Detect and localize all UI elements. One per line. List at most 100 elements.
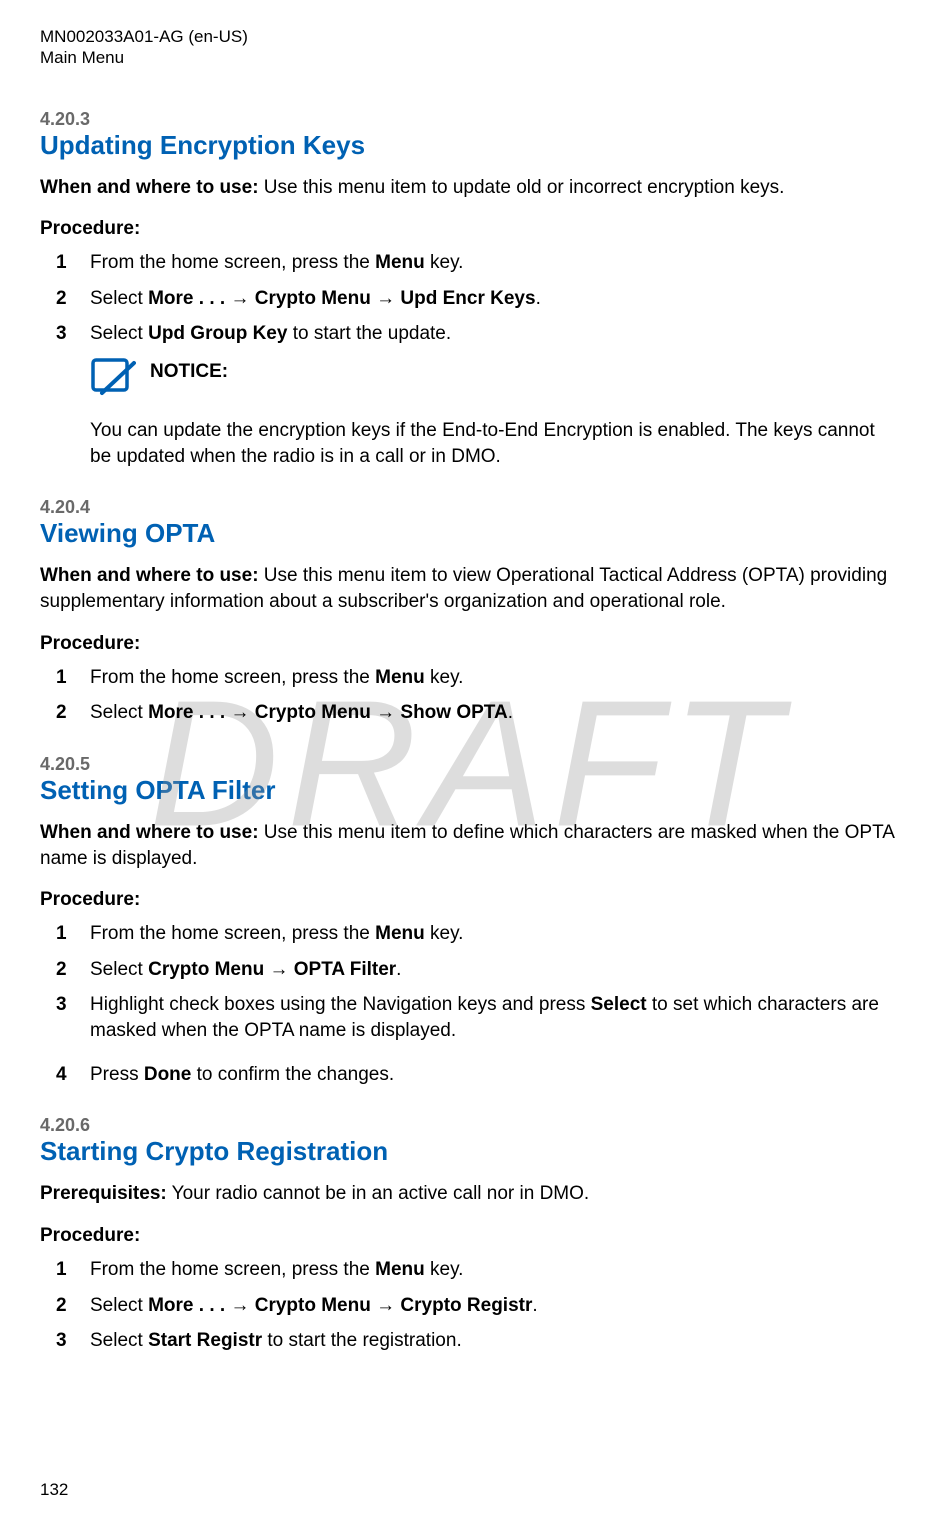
step-number: 3	[56, 992, 67, 1018]
step-bold: More . . .	[148, 288, 225, 309]
procedure-label: Procedure:	[40, 1225, 898, 1247]
when-label: When and where to use:	[40, 177, 259, 198]
notice-block: NOTICE: You can update the encryption ke…	[90, 357, 898, 469]
step-number: 3	[56, 1328, 67, 1354]
step-bold: Menu	[375, 252, 425, 273]
step-text: From the home screen, press the	[90, 923, 375, 944]
step-text: →	[371, 288, 401, 309]
step-text: .	[536, 288, 541, 309]
step-item: 3 Highlight check boxes using the Naviga…	[56, 992, 898, 1043]
when-text: Use this menu item to update old or inco…	[259, 177, 785, 198]
step-item: 2 Select More . . . → Crypto Menu → Cryp…	[56, 1293, 898, 1319]
step-bold: Menu	[375, 1259, 425, 1280]
when-label: When and where to use:	[40, 822, 259, 843]
step-item: 1 From the home screen, press the Menu k…	[56, 921, 898, 947]
step-number: 2	[56, 286, 67, 312]
step-text: .	[532, 1295, 537, 1316]
section-number: 4.20.5	[40, 754, 898, 775]
step-number: 3	[56, 321, 67, 347]
section-title: Setting OPTA Filter	[40, 775, 898, 806]
step-item: 1 From the home screen, press the Menu k…	[56, 250, 898, 276]
notice-header: NOTICE:	[90, 357, 898, 404]
step-bold: Crypto Menu	[255, 1295, 371, 1316]
step-number: 1	[56, 250, 67, 276]
step-item: 2 Select More . . . → Crypto Menu → Show…	[56, 700, 898, 726]
procedure-steps: 1 From the home screen, press the Menu k…	[56, 1257, 898, 1354]
step-text: Highlight check boxes using the Navigati…	[90, 994, 591, 1015]
header-section: Main Menu	[40, 47, 898, 68]
step-text: key.	[425, 252, 464, 273]
page-number: 132	[40, 1480, 68, 1500]
section-number: 4.20.6	[40, 1115, 898, 1136]
step-item: 1 From the home screen, press the Menu k…	[56, 665, 898, 691]
step-text: to start the registration.	[262, 1330, 462, 1351]
step-text: From the home screen, press the	[90, 252, 375, 273]
step-text: .	[396, 959, 401, 980]
step-item: 2 Select More . . . → Crypto Menu → Upd …	[56, 286, 898, 312]
step-bold: Start Registr	[148, 1330, 262, 1351]
step-bold: Upd Group Key	[148, 323, 287, 344]
procedure-label: Procedure:	[40, 218, 898, 240]
prereq-text: Your radio cannot be in an active call n…	[167, 1183, 589, 1204]
step-text: to start the update.	[287, 323, 451, 344]
section-title: Starting Crypto Registration	[40, 1136, 898, 1167]
step-text: key.	[425, 667, 464, 688]
step-bold: Done	[144, 1064, 192, 1085]
step-bold: Select	[591, 994, 647, 1015]
section-number: 4.20.4	[40, 497, 898, 518]
step-text: .	[508, 702, 513, 723]
step-bold: Crypto Registr	[400, 1295, 532, 1316]
prereq-label: Prerequisites:	[40, 1183, 167, 1204]
step-bold: More . . .	[148, 1295, 225, 1316]
prerequisites-paragraph: Prerequisites: Your radio cannot be in a…	[40, 1181, 898, 1207]
step-text: From the home screen, press the	[90, 1259, 375, 1280]
section-title: Updating Encryption Keys	[40, 130, 898, 161]
step-text: key.	[425, 1259, 464, 1280]
step-bold: Upd Encr Keys	[400, 288, 535, 309]
step-text: key.	[425, 923, 464, 944]
notice-icon	[90, 357, 136, 404]
step-text: to confirm the changes.	[191, 1064, 394, 1085]
procedure-steps: 1 From the home screen, press the Menu k…	[56, 921, 898, 1087]
step-item: 3 Select Start Registr to start the regi…	[56, 1328, 898, 1354]
when-where-paragraph: When and where to use: Use this menu ite…	[40, 820, 898, 871]
step-bold: Menu	[375, 923, 425, 944]
header-doc-id: MN002033A01-AG (en-US)	[40, 26, 898, 47]
step-item: 1 From the home screen, press the Menu k…	[56, 1257, 898, 1283]
when-where-paragraph: When and where to use: Use this menu ite…	[40, 563, 898, 614]
step-bold: More . . .	[148, 702, 225, 723]
step-number: 2	[56, 1293, 67, 1319]
step-bold: OPTA Filter	[294, 959, 396, 980]
step-number: 2	[56, 700, 67, 726]
step-text: Select	[90, 959, 148, 980]
step-text: Press	[90, 1064, 144, 1085]
step-item: 3 Select Upd Group Key to start the upda…	[56, 321, 898, 347]
step-text: →	[225, 702, 255, 723]
step-text: →	[264, 959, 294, 980]
step-bold: Crypto Menu	[148, 959, 264, 980]
step-text: →	[371, 1295, 401, 1316]
document-page: DRAFT MN002033A01-AG (en-US) Main Menu 4…	[0, 0, 938, 1528]
step-text: →	[225, 288, 255, 309]
step-bold: Crypto Menu	[255, 288, 371, 309]
procedure-label: Procedure:	[40, 633, 898, 655]
step-text: →	[225, 1295, 255, 1316]
step-number: 1	[56, 921, 67, 947]
section-title: Viewing OPTA	[40, 518, 898, 549]
step-number: 1	[56, 1257, 67, 1283]
step-item: 2 Select Crypto Menu → OPTA Filter.	[56, 957, 898, 983]
notice-text: You can update the encryption keys if th…	[90, 418, 898, 469]
step-text: Select	[90, 1330, 148, 1351]
step-item: 4 Press Done to confirm the changes.	[56, 1062, 898, 1088]
when-label: When and where to use:	[40, 565, 259, 586]
step-text: →	[371, 702, 401, 723]
step-number: 4	[56, 1062, 67, 1088]
section-number: 4.20.3	[40, 109, 898, 130]
step-bold: Show OPTA	[400, 702, 507, 723]
procedure-steps: 1 From the home screen, press the Menu k…	[56, 665, 898, 726]
when-where-paragraph: When and where to use: Use this menu ite…	[40, 175, 898, 201]
step-text: Select	[90, 1295, 148, 1316]
step-text: Select	[90, 323, 148, 344]
step-text: Select	[90, 288, 148, 309]
step-number: 2	[56, 957, 67, 983]
